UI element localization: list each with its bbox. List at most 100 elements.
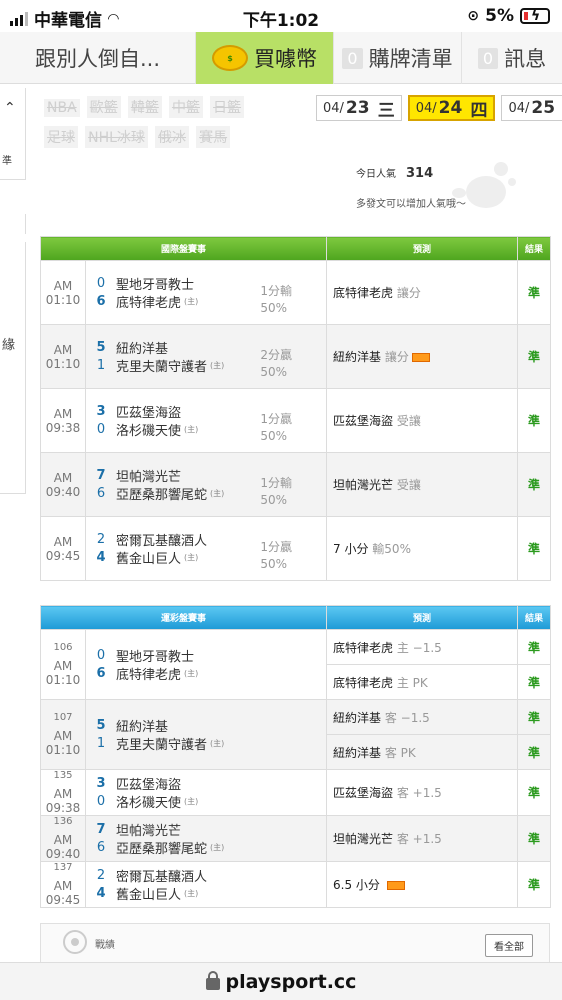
away-team[interactable]: 5 紐約洋基 (86, 717, 326, 735)
prediction-type: 受讓 (396, 478, 421, 492)
home-score: 6 (96, 486, 106, 501)
date-selector: 04/23 三 04/24 四 04/25 五 (316, 95, 562, 121)
url-bar[interactable]: playsport.cc (0, 962, 562, 1000)
home-team[interactable]: 4 舊金山巨人 (主) (86, 885, 326, 903)
home-marker: (主) (184, 297, 199, 306)
tab-messages-label: 訊息 (504, 47, 547, 71)
game-time: AM 09:45 (45, 879, 81, 907)
prediction-cell[interactable]: 紐約洋基 讓分 (326, 324, 519, 389)
prediction-cell[interactable]: 紐約洋基 客 PK (326, 734, 519, 770)
odds-percent: 50% (260, 300, 288, 315)
prediction-type: 讓分 (396, 286, 421, 300)
home-team-name: 洛杉磯天使 (116, 796, 182, 811)
odds-text: 1分贏 50% (260, 411, 292, 445)
result-mark: 準 (517, 734, 552, 770)
orientation-lock-icon: ⊙ (467, 8, 480, 24)
home-score: 6 (96, 294, 106, 309)
teams-wrap: 2 密爾瓦基釀酒人 4 舊金山巨人 (主) 1分贏 50% (86, 531, 326, 571)
table-row: AM 01:10 0 聖地牙哥教士 6 底特律老虎 (主) 1分輸 50% 底特律老虎 讓分準 (40, 260, 552, 325)
home-score: 1 (96, 736, 106, 751)
rail-item-1[interactable]: ⌃ 準 (0, 88, 26, 180)
match-cell: 2 密爾瓦基釀酒人 4 舊金山巨人 (主) (84, 861, 328, 908)
prediction-pick: 坦帕灣光芒 (333, 832, 394, 846)
away-team-name: 密爾瓦基釀酒人 (116, 534, 208, 549)
date-day: 24 (438, 98, 463, 118)
prediction-cell[interactable]: 底特律老虎 主 −1.5 (326, 629, 519, 665)
tab-follow[interactable]: 跟別人倒自... (0, 32, 196, 84)
match-cell: 0 聖地牙哥教士 6 底特律老虎 (主) 1分輸 50% (84, 260, 328, 325)
intl-header-row: 國際盤賽事 預測 結果 (39, 236, 552, 261)
league-tag[interactable]: 賽馬 (196, 126, 231, 148)
date-tab[interactable]: 04/25 五 (501, 95, 562, 121)
date-tab-active[interactable]: 04/24 四 (407, 95, 496, 121)
tab-buy-coins[interactable]: $ 買噱幣 (196, 32, 334, 84)
table-row: 137 AM 09:45 2 密爾瓦基釀酒人 4 舊金山巨人 (主) 6.5 小分 準 (40, 861, 552, 908)
tab-purchase-list[interactable]: 0 購牌清單 (334, 32, 462, 84)
league-tag[interactable]: 中籃 (168, 96, 203, 118)
date-month: 04/ (415, 100, 437, 116)
league-tag[interactable]: NBA (44, 99, 80, 117)
odds-text: 1分贏 50% (260, 539, 292, 573)
teams-wrap: 0 聖地牙哥教士 6 底特律老虎 (主) 1分輸 50% (86, 275, 326, 315)
prediction-cell[interactable]: 坦帕灣光芒 客 +1.5 (326, 815, 519, 862)
result-mark: 準 (517, 861, 552, 908)
match-cell: 7 坦帕灣光芒 6 亞歷桑那響尾蛇 (主) 1分輸 50% (84, 452, 328, 517)
table-row: AM 09:40 7 坦帕灣光芒 6 亞歷桑那響尾蛇 (主) 1分輸 50% 坦帕灣光芒 受讓準 (40, 452, 552, 517)
game-time: AM 09:38 (45, 787, 81, 815)
lock-icon (205, 970, 220, 990)
prediction-cell[interactable]: 坦帕灣光芒 受讓 (326, 452, 519, 517)
league-tag[interactable]: 俄冰 (155, 126, 189, 148)
game-code-time: 135 AM 09:38 (40, 769, 86, 816)
odds-line: 1分輸 (260, 475, 293, 490)
home-team[interactable]: 1 克里夫蘭守護者 (主) (86, 735, 326, 753)
tab-buy-coins-label: 買噱幣 (254, 47, 317, 71)
popularity-value: 314 (406, 166, 434, 181)
message-count-badge: 0 (477, 47, 499, 69)
prediction-cell[interactable]: 底特律老虎 讓分 (326, 260, 519, 325)
record-label: 戰績 (95, 940, 115, 951)
battery-percent: 5% (485, 6, 514, 26)
league-tag[interactable]: 足球 (44, 126, 78, 148)
prediction-type: 客 −1.5 (384, 710, 430, 725)
side-rail: ⌃ 準 緣 (0, 84, 28, 964)
home-marker: (主) (210, 361, 225, 370)
league-tag[interactable]: 日籃 (210, 96, 245, 118)
league-tag[interactable]: NHL冰球 (85, 126, 148, 148)
home-team[interactable]: 0 洛杉磯天使 (主) (86, 793, 326, 811)
match-cell: 3 匹茲堡海盜 0 洛杉磯天使 (主) (84, 769, 328, 816)
tab-messages[interactable]: 0 訊息 (462, 32, 562, 84)
prediction-cell[interactable]: 底特律老虎 主 PK (326, 664, 519, 700)
away-team[interactable]: 2 密爾瓦基釀酒人 (86, 867, 326, 885)
table-row: 107 AM 01:10 5 紐約洋基 1 克里夫蘭守護者 (主) 紐約洋基 客 −1.5 準 (40, 699, 552, 770)
home-marker: (主) (210, 843, 225, 852)
rail-label-1: 準 (2, 156, 12, 167)
home-team[interactable]: 6 底特律老虎 (主) (86, 665, 326, 683)
league-tag[interactable]: 韓籃 (127, 96, 162, 118)
popularity-hint: 多發文可以增加人氣哦～ (356, 199, 466, 210)
prediction-type: 客 +1.5 (396, 832, 442, 846)
intl-header-result: 結果 (517, 236, 552, 261)
rail-item-2[interactable]: 緣 (0, 242, 26, 494)
game-time: AM 09:40 (45, 833, 81, 861)
away-score: 2 (96, 532, 106, 547)
prediction-type: 客 +1.5 (396, 786, 442, 800)
game-code-time: 107 AM 01:10 (40, 699, 86, 770)
prediction-cell[interactable]: 6.5 小分 (326, 861, 519, 908)
prediction-cell[interactable]: 匹茲堡海盜 受讓 (326, 388, 519, 453)
home-team-name: 亞歷桑那響尾蛇 (116, 842, 208, 857)
match-cell: 5 紐約洋基 1 克里夫蘭守護者 (主) (84, 699, 328, 770)
view-all-button[interactable]: 看全部 (485, 934, 533, 957)
away-score: 0 (96, 648, 106, 663)
prediction-cell[interactable]: 紐約洋基 客 −1.5 (326, 699, 519, 735)
intl-table: 國際盤賽事 預測 結果 AM 01:10 0 聖地牙哥教士 6 底特律老虎 (主) 1分輸 5… (39, 236, 552, 581)
match-cell: 0 聖地牙哥教士 6 底特律老虎 (主) (84, 629, 328, 700)
away-team[interactable]: 7 坦帕灣光芒 (86, 821, 326, 839)
prediction-cell[interactable]: 匹茲堡海盜 客 +1.5 (326, 769, 519, 816)
league-tag[interactable]: 歐籃 (86, 96, 121, 118)
home-team[interactable]: 6 亞歷桑那響尾蛇 (主) (86, 839, 326, 857)
game-code: 135 (53, 770, 73, 781)
away-team[interactable]: 3 匹茲堡海盜 (86, 775, 326, 793)
away-team[interactable]: 0 聖地牙哥教士 (86, 647, 326, 665)
date-tab[interactable]: 04/23 三 (316, 95, 402, 121)
prediction-cell[interactable]: 7 小分 輸50% (326, 516, 519, 581)
